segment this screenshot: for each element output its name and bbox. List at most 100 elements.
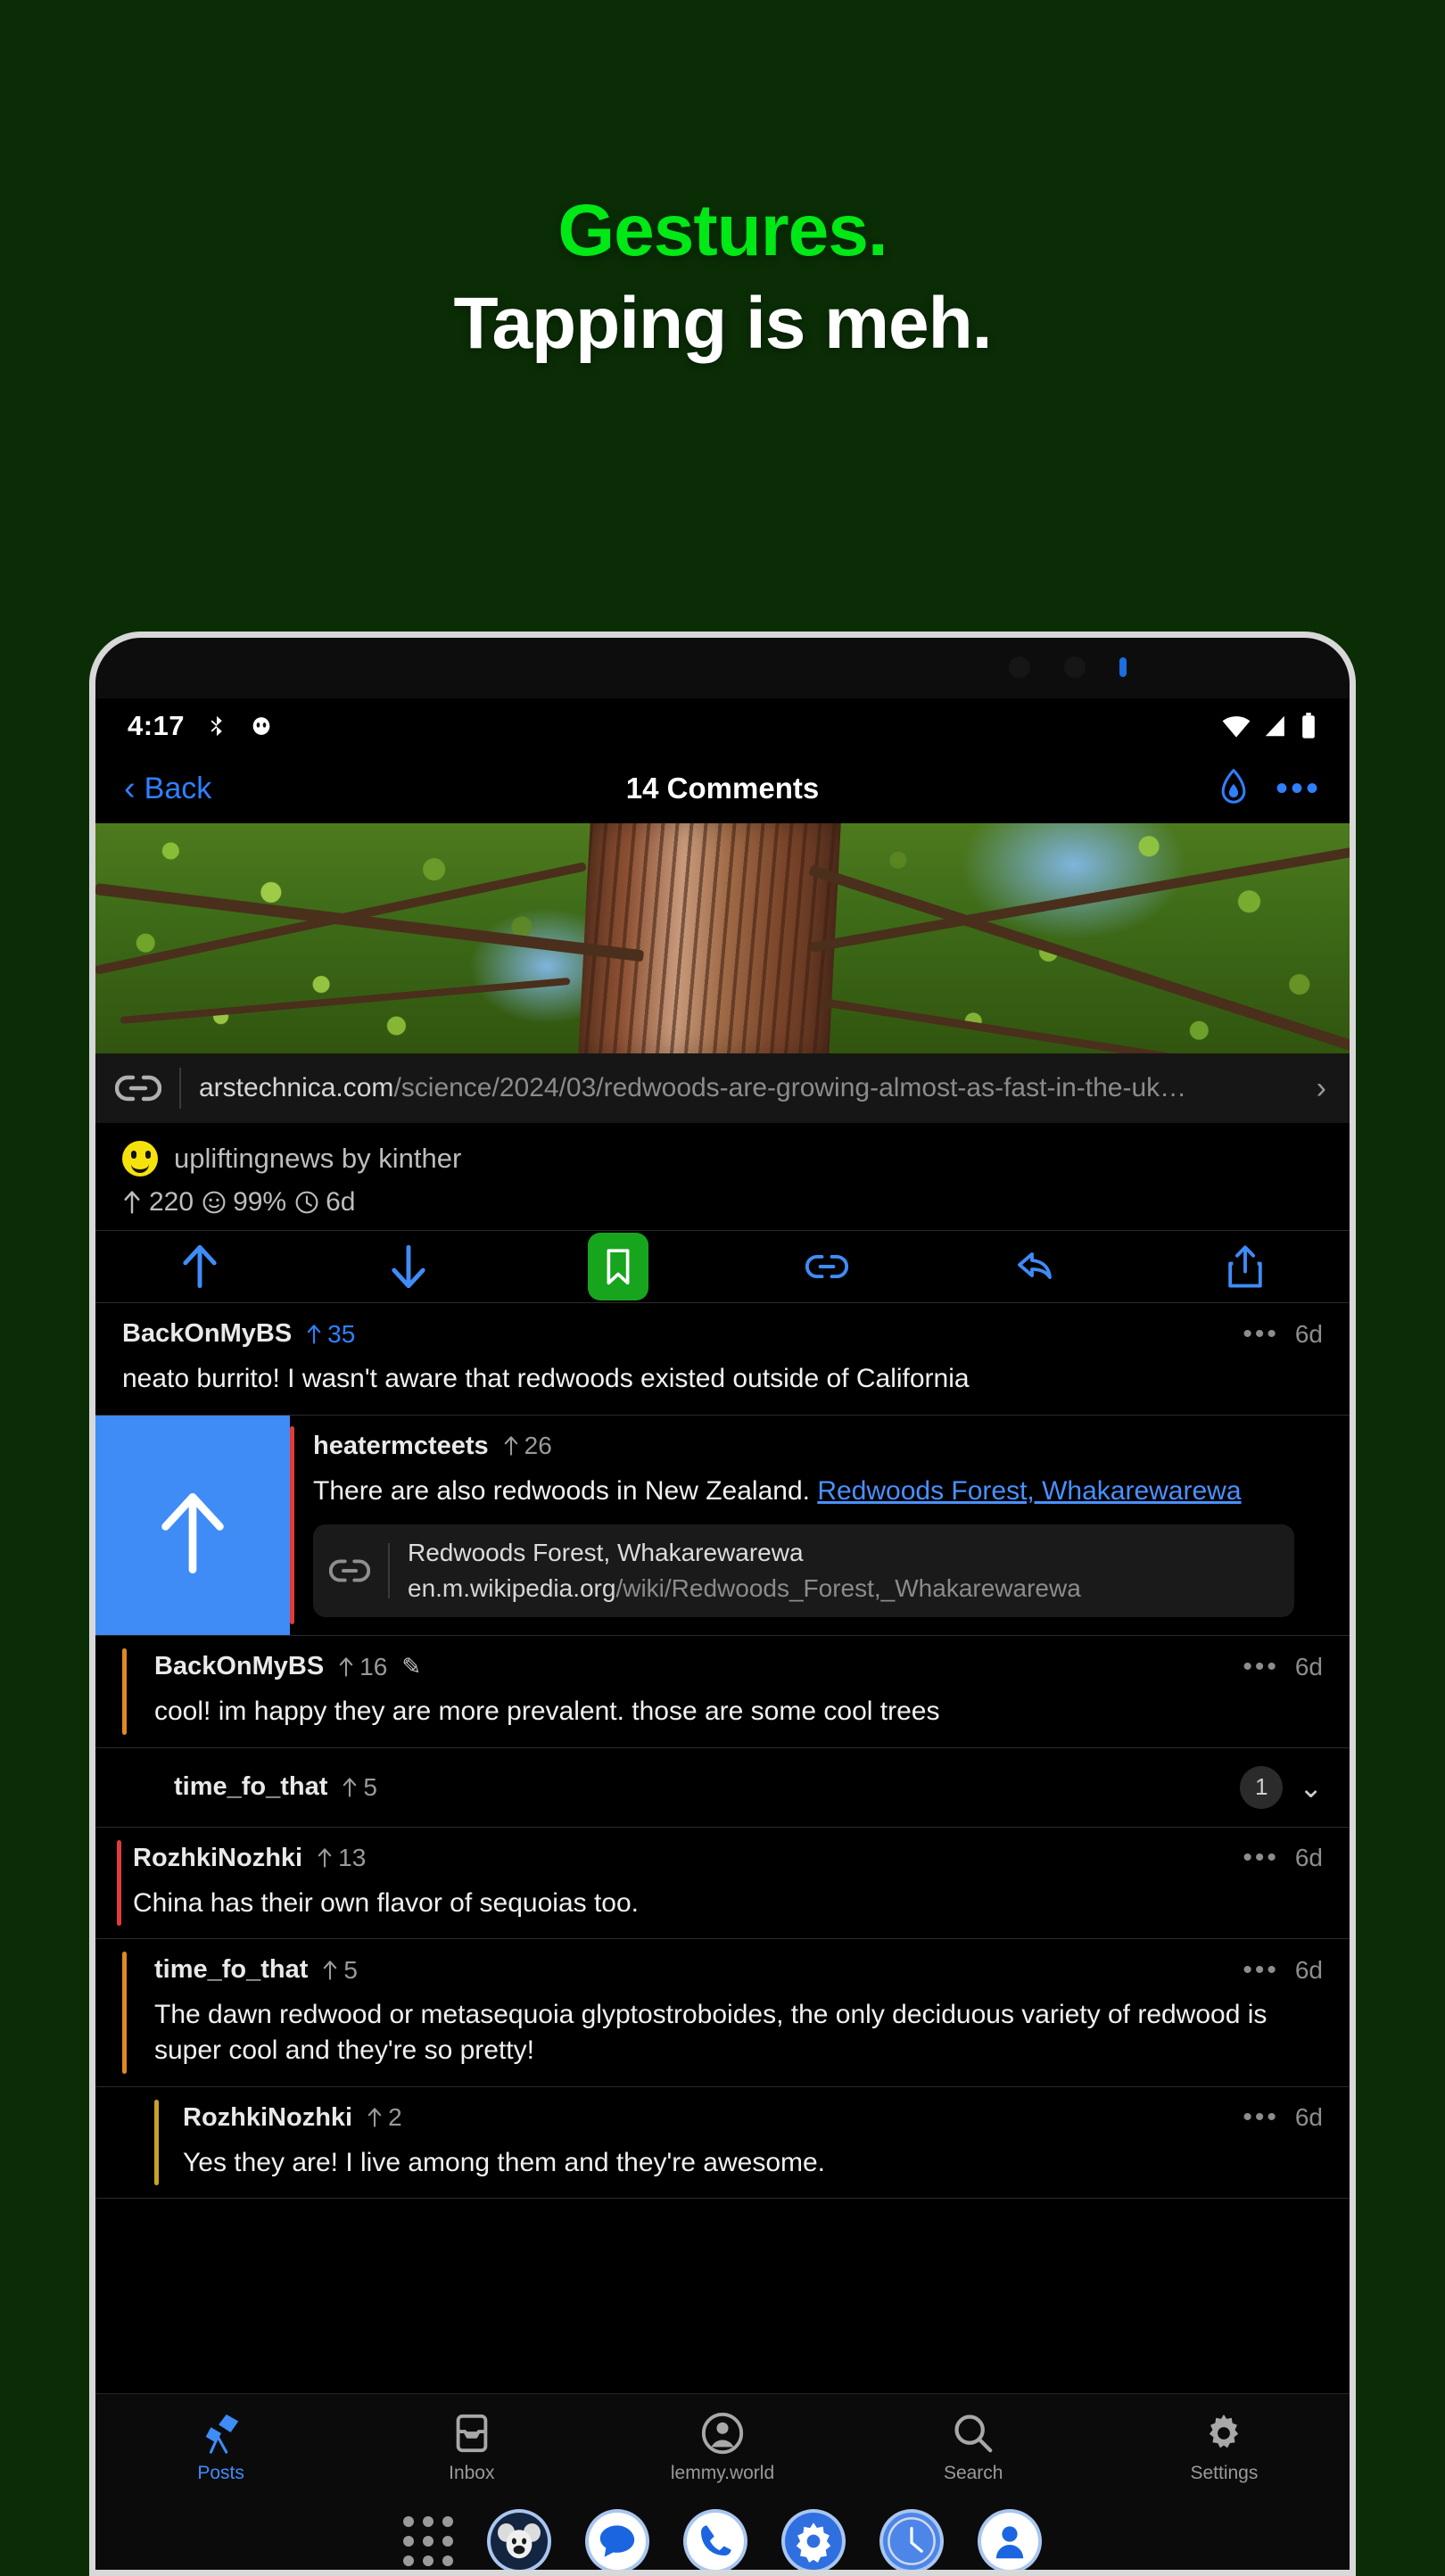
comment-body-link[interactable]: Redwoods Forest, Whakarewarewa bbox=[817, 1476, 1241, 1506]
comment-body: Yes they are! I live among them and they… bbox=[183, 2147, 826, 2177]
comment-author[interactable]: BackOnMyBS bbox=[154, 1652, 324, 1681]
comment-more-button[interactable]: ••• bbox=[1243, 1320, 1279, 1347]
arrow-up-icon bbox=[324, 1961, 337, 1980]
link-icon bbox=[115, 1075, 161, 1102]
share-icon bbox=[1228, 1245, 1262, 1288]
clock-icon bbox=[295, 1191, 318, 1214]
comment-body: cool! im happy they are more prevalent. … bbox=[154, 1697, 940, 1727]
comment-author[interactable]: heatermcteets bbox=[313, 1432, 489, 1461]
more-options-button[interactable]: ••• bbox=[1276, 771, 1321, 806]
comment-score-value: 16 bbox=[359, 1652, 388, 1680]
comment-depth-rail bbox=[117, 1839, 121, 1927]
comment-depth-rail bbox=[154, 2099, 159, 2186]
app-grid-icon[interactable] bbox=[403, 2516, 453, 2566]
chevron-down-icon[interactable]: ⌄ bbox=[1299, 1771, 1323, 1804]
comment-item-collapsed[interactable]: time_fo_that 5 1 ⌄ bbox=[95, 1748, 1350, 1828]
post-age-group: 6d bbox=[295, 1187, 355, 1218]
embed-url: en.m.wikipedia.org/wiki/Redwoods_Forest,… bbox=[408, 1574, 1081, 1603]
comment-author[interactable]: time_fo_that bbox=[154, 1955, 308, 1985]
comment-author[interactable]: BackOnMyBS bbox=[122, 1319, 292, 1349]
comment-item[interactable]: time_fo_that 5 ••• 6d The dawn redwood o… bbox=[95, 1939, 1350, 2087]
link-button[interactable] bbox=[722, 1245, 931, 1288]
downvote-button[interactable] bbox=[304, 1243, 513, 1290]
gear-icon bbox=[1210, 2414, 1239, 2448]
arrow-up-icon bbox=[343, 1778, 357, 1797]
comment-more-button[interactable]: ••• bbox=[1243, 1845, 1279, 1871]
thumbnail-tree-trunk bbox=[578, 823, 842, 1053]
comment-score-value: 5 bbox=[363, 1772, 377, 1801]
thunder-app-icon[interactable] bbox=[487, 2509, 551, 2570]
community-avatar-smiley-icon bbox=[122, 1141, 158, 1177]
comment-header: time_fo_that 5 ••• 6d bbox=[154, 1955, 1323, 1985]
comment-item[interactable]: BackOnMyBS 35 ••• 6d neato burrito! I wa… bbox=[95, 1303, 1350, 1416]
chevron-left-icon: ‹ bbox=[124, 770, 136, 807]
comment-age: 6d bbox=[1294, 1844, 1323, 1872]
status-bar-left: 4:17 bbox=[128, 710, 274, 742]
comment-item[interactable]: RozhkiNozhki 2 ••• 6d Yes they are! I li… bbox=[95, 2087, 1350, 2200]
comment-body: There are also redwoods in New Zealand. … bbox=[313, 1474, 1350, 1509]
promo-headline-primary: Gestures. bbox=[557, 190, 888, 271]
tab-search[interactable]: Search bbox=[848, 2411, 1099, 2484]
post-stats-row: 220 99% 6d bbox=[122, 1187, 1323, 1218]
comment-item[interactable]: BackOnMyBS 16 ✎ ••• 6d cool! im happy th… bbox=[95, 1636, 1350, 1748]
post-url-domain: arstechnica.com bbox=[199, 1073, 394, 1102]
comment-more-button[interactable]: ••• bbox=[1243, 2104, 1279, 2131]
promo-headline-secondary: Tapping is meh. bbox=[453, 283, 992, 364]
tab-label: Settings bbox=[1190, 2462, 1259, 2483]
comment-depth-rail bbox=[122, 1648, 127, 1735]
comment-swipe-row[interactable]: heatermcteets 26 There are also redwoods… bbox=[95, 1415, 1350, 1637]
camera-dot-icon bbox=[1009, 656, 1030, 678]
chevron-right-icon[interactable]: › bbox=[1317, 1071, 1326, 1106]
messages-app-icon[interactable] bbox=[585, 2509, 649, 2570]
comment-header-actions: ••• 6d bbox=[1243, 2103, 1323, 2132]
comment-item[interactable]: RozhkiNozhki 13 ••• 6d China has their o… bbox=[95, 1828, 1350, 1940]
share-button[interactable] bbox=[1141, 1244, 1350, 1289]
tab-posts[interactable]: Posts bbox=[95, 2411, 346, 2484]
arrow-up-icon bbox=[339, 1657, 353, 1677]
settings-app-icon[interactable] bbox=[781, 2509, 846, 2570]
comment-author[interactable]: RozhkiNozhki bbox=[133, 1844, 302, 1873]
navigation-bar-actions: ••• bbox=[1218, 769, 1321, 808]
phone-app-icon[interactable] bbox=[683, 2509, 747, 2570]
comment-header-actions: ••• 6d bbox=[1243, 1956, 1323, 1985]
comment-score: 35 bbox=[306, 1320, 355, 1349]
save-button-active-chip bbox=[587, 1233, 648, 1300]
comment-author[interactable]: time_fo_that bbox=[174, 1772, 327, 1802]
swipe-upvote-action[interactable] bbox=[95, 1415, 290, 1636]
comment-more-button[interactable]: ••• bbox=[1243, 1956, 1279, 1983]
comment-more-button[interactable]: ••• bbox=[1243, 1653, 1279, 1680]
comment-author[interactable]: RozhkiNozhki bbox=[183, 2103, 352, 2133]
tab-account[interactable]: lemmy.world bbox=[597, 2411, 847, 2484]
tab-inbox[interactable]: Inbox bbox=[346, 2411, 597, 2484]
post-community-row[interactable]: upliftingnews by kinther bbox=[122, 1141, 1323, 1177]
bookmark-icon bbox=[607, 1249, 630, 1285]
comment-score: 5 bbox=[322, 1956, 358, 1985]
save-button[interactable] bbox=[514, 1233, 722, 1300]
comment-link-embed-card[interactable]: Redwoods Forest, Whakarewarewa en.m.wiki… bbox=[313, 1524, 1294, 1618]
comment-age: 6d bbox=[1294, 1652, 1323, 1680]
post-link-bar[interactable]: arstechnica.com/science/2024/03/redwoods… bbox=[95, 1053, 1350, 1123]
comment-header: BackOnMyBS 16 ✎ ••• 6d bbox=[154, 1652, 1323, 1681]
battery-icon bbox=[1302, 713, 1315, 739]
bluetooth-icon bbox=[211, 715, 222, 737]
back-button[interactable]: ‹ Back bbox=[124, 772, 211, 806]
upvote-button[interactable] bbox=[95, 1243, 304, 1290]
comment-header: RozhkiNozhki 2 ••• 6d bbox=[183, 2103, 1323, 2133]
wifi-icon bbox=[1222, 716, 1251, 738]
comment-item[interactable]: heatermcteets 26 There are also redwoods… bbox=[290, 1416, 1350, 1636]
promo-header: Gestures. Tapping is meh. bbox=[0, 0, 1445, 624]
post-thumbnail-image[interactable] bbox=[95, 823, 1350, 1053]
tab-settings[interactable]: Settings bbox=[1099, 2411, 1350, 2484]
clock-app-icon[interactable] bbox=[879, 2509, 944, 2570]
comment-header-actions: ••• 6d bbox=[1243, 1653, 1323, 1681]
status-bar: 4:17 bbox=[95, 698, 1350, 754]
contacts-app-icon[interactable] bbox=[978, 2509, 1042, 2570]
comment-score-value: 35 bbox=[327, 1319, 356, 1348]
comment-age: 6d bbox=[1294, 1319, 1323, 1348]
embed-text-block: Redwoods Forest, Whakarewarewa en.m.wiki… bbox=[408, 1539, 1081, 1603]
smiley-icon bbox=[202, 1191, 226, 1214]
reply-arrow-icon bbox=[1018, 1252, 1053, 1279]
by-label: by bbox=[341, 1143, 371, 1174]
flame-icon[interactable] bbox=[1218, 769, 1249, 808]
reply-button[interactable] bbox=[931, 1245, 1140, 1288]
